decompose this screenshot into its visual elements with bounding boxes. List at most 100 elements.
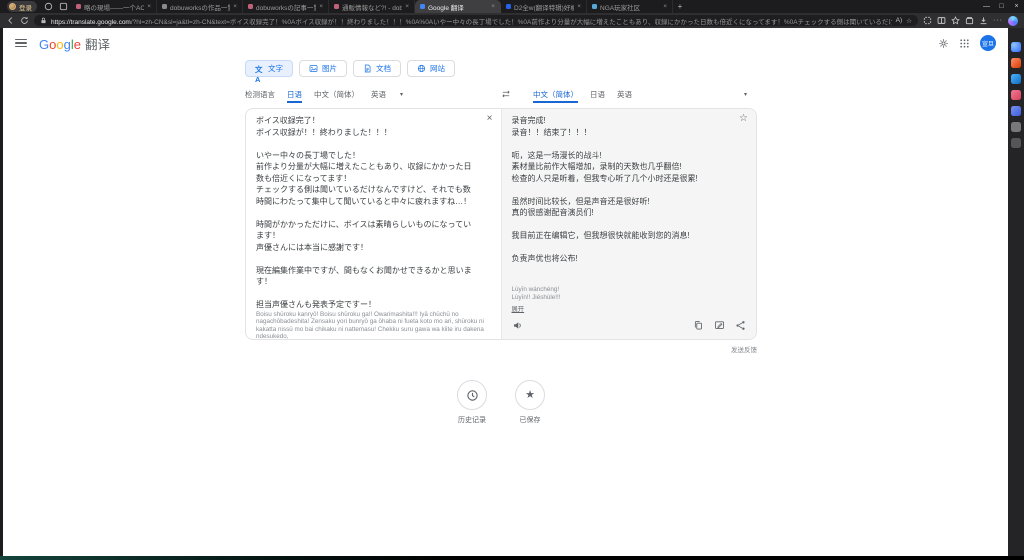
browser-titlebar: 登录 略の現場——一个ACG交流網站 × dobuworksの作品一覧 - C-… bbox=[0, 0, 1024, 13]
close-button[interactable]: × bbox=[1009, 0, 1024, 13]
tools-icon[interactable] bbox=[1011, 122, 1021, 132]
website-mode-icon bbox=[417, 64, 426, 73]
mode-image-button[interactable]: 图片 bbox=[299, 60, 347, 77]
tab-favicon bbox=[420, 4, 425, 9]
collections-icon[interactable] bbox=[965, 16, 974, 25]
tab-title: NGA玩家社区 bbox=[600, 4, 641, 12]
teams-icon[interactable] bbox=[1011, 106, 1021, 116]
tab-strip: 略の現場——一个ACG交流網站 × dobuworksの作品一覧 - C-en … bbox=[71, 0, 673, 13]
history-label: 历史记录 bbox=[458, 417, 486, 424]
swap-languages-icon[interactable] bbox=[501, 89, 511, 99]
screenshot-icon[interactable] bbox=[923, 16, 932, 25]
history-button[interactable]: 历史记录 bbox=[457, 380, 487, 425]
image-mode-icon bbox=[309, 65, 318, 72]
save-translation-star-icon[interactable]: ☆ bbox=[739, 114, 748, 124]
quick-actions: 历史记录 ★ 已保存 bbox=[245, 380, 757, 425]
romaji-transliteration: Boisu shūroku kanryō! Boisu shūroku ga!!… bbox=[256, 310, 484, 340]
share-translation-icon[interactable] bbox=[735, 320, 746, 331]
translate-main: 文A 文字 图片 文档 网站 检测语言 日语 中文（简体） 英语 ▾ 中文（简体… bbox=[245, 60, 757, 425]
target-panel-toolbar bbox=[512, 315, 747, 335]
browser-tab[interactable]: 略の現場——一个ACG交流網站 × bbox=[71, 0, 157, 13]
browser-profile-button[interactable]: 登录 bbox=[7, 1, 37, 12]
tab-favicon bbox=[248, 4, 253, 9]
browser-tab[interactable]: Google 翻译 × bbox=[415, 0, 501, 13]
apps-grid-icon[interactable] bbox=[959, 38, 970, 49]
new-tab-button[interactable]: + bbox=[673, 0, 687, 13]
downloads-icon[interactable] bbox=[979, 16, 988, 25]
settings-gear-icon[interactable] bbox=[938, 38, 949, 49]
target-panel: ☆ 录音完成! 录音！！结束了！！！ 呃，这是一场漫长的战斗! 素材量比前作大幅… bbox=[500, 109, 756, 339]
designer-icon[interactable] bbox=[1011, 90, 1021, 100]
tab-close-icon[interactable]: × bbox=[491, 3, 495, 10]
mode-website-button[interactable]: 网站 bbox=[407, 60, 455, 77]
account-avatar[interactable]: 宣旦 bbox=[980, 35, 996, 51]
copilot-icon[interactable] bbox=[1011, 42, 1021, 52]
lang-japanese[interactable]: 日语 bbox=[590, 86, 605, 103]
browser-tab[interactable]: 通販情報など?! - dobuworks - C × bbox=[329, 0, 415, 13]
split-screen-icon[interactable] bbox=[937, 16, 946, 25]
chevron-down-icon[interactable]: ▾ bbox=[400, 91, 403, 98]
lang-english[interactable]: 英语 bbox=[617, 86, 632, 103]
add-app-icon[interactable] bbox=[1011, 138, 1021, 148]
browser-toolbar: https://translate.google.com/?hl=zh-CN&s… bbox=[0, 13, 1024, 28]
expand-link[interactable]: 展开 bbox=[512, 304, 747, 313]
browser-tab[interactable]: dobuworksの作品一覧 - C-en × bbox=[157, 0, 243, 13]
refresh-icon[interactable] bbox=[20, 16, 29, 25]
copilot-icon[interactable] bbox=[1008, 15, 1018, 26]
send-feedback-link[interactable]: 发送反馈 bbox=[731, 347, 757, 354]
saved-button[interactable]: ★ 已保存 bbox=[515, 380, 545, 425]
bottom-edge-strip bbox=[0, 556, 1024, 560]
maximize-button[interactable]: □ bbox=[994, 0, 1009, 13]
product-name: 翻译 bbox=[84, 37, 110, 52]
tab-close-icon[interactable]: × bbox=[663, 3, 667, 10]
outlook-icon[interactable] bbox=[1011, 74, 1021, 84]
tab-favicon bbox=[592, 4, 597, 9]
tab-title: D2全w(翻译特辑)好机器水电影 bbox=[514, 4, 575, 12]
clear-source-icon[interactable]: × bbox=[487, 114, 493, 124]
tab-title: dobuworksの記事一覧 - C-en bbox=[256, 4, 317, 12]
mode-text-button[interactable]: 文A 文字 bbox=[245, 60, 293, 84]
document-mode-icon bbox=[364, 64, 371, 73]
mode-label: 网站 bbox=[430, 64, 445, 73]
copy-translation-icon[interactable] bbox=[693, 320, 704, 331]
lang-english[interactable]: 英语 bbox=[371, 86, 386, 103]
source-text-input[interactable]: ボイス収録完了！ ボイス収録が！！終わりました！！！ いやー中々の長丁場でした！… bbox=[256, 115, 491, 311]
tab-actions-icon[interactable] bbox=[59, 2, 68, 11]
text-mode-icon: 文A bbox=[255, 65, 263, 84]
favorites-icon[interactable] bbox=[951, 16, 960, 25]
mode-document-button[interactable]: 文档 bbox=[353, 60, 401, 77]
rate-translation-icon[interactable] bbox=[714, 320, 725, 331]
lang-chinese-simplified[interactable]: 中文（简体） bbox=[533, 86, 578, 103]
tab-close-icon[interactable]: × bbox=[319, 3, 323, 10]
profile-avatar bbox=[9, 3, 16, 10]
tab-title: 略の現場——一个ACG交流網站 bbox=[84, 4, 145, 12]
lang-chinese-simplified[interactable]: 中文（简体） bbox=[314, 86, 359, 103]
listen-translation-icon[interactable] bbox=[512, 320, 523, 331]
menu-icon[interactable] bbox=[15, 38, 27, 48]
lock-icon bbox=[41, 17, 46, 24]
favorite-star-icon[interactable]: ☆ bbox=[906, 17, 912, 25]
back-icon[interactable] bbox=[6, 16, 15, 25]
tab-close-icon[interactable]: × bbox=[147, 3, 151, 10]
chevron-down-icon[interactable]: ▾ bbox=[744, 91, 747, 98]
tab-close-icon[interactable]: × bbox=[405, 3, 409, 10]
browser-tab[interactable]: dobuworksの記事一覧 - C-en × bbox=[243, 0, 329, 13]
more-icon[interactable]: ··· bbox=[993, 17, 1003, 24]
tab-favicon bbox=[334, 4, 339, 9]
tab-close-icon[interactable]: × bbox=[577, 3, 581, 10]
google-translate-logo[interactable]: Google 翻译 bbox=[39, 34, 110, 53]
workspaces-icon[interactable] bbox=[44, 2, 53, 11]
minimize-button[interactable]: — bbox=[979, 0, 994, 13]
google-translate-page: Google 翻译 宣旦 文A 文字 图片 文档 网站 检测语言 日语 中文（简… bbox=[3, 28, 1008, 556]
tab-close-icon[interactable]: × bbox=[233, 3, 237, 10]
source-panel: × ボイス収録完了！ ボイス収録が！！終わりました！！！ いやー中々の長丁場でし… bbox=[246, 109, 501, 340]
edge-sidebar bbox=[1008, 28, 1024, 556]
lang-japanese[interactable]: 日语 bbox=[287, 86, 302, 103]
microsoft-365-icon[interactable] bbox=[1011, 58, 1021, 68]
address-bar[interactable]: https://translate.google.com/?hl=zh-CN&s… bbox=[34, 15, 918, 26]
tab-title: 通販情報など?! - dobuworks - C bbox=[342, 4, 403, 12]
lang-detect[interactable]: 检测语言 bbox=[245, 86, 275, 103]
read-aloud-icon[interactable]: A) bbox=[896, 17, 903, 24]
browser-tab[interactable]: D2全w(翻译特辑)好机器水电影 × bbox=[501, 0, 587, 13]
browser-tab[interactable]: NGA玩家社区 × bbox=[587, 0, 673, 13]
